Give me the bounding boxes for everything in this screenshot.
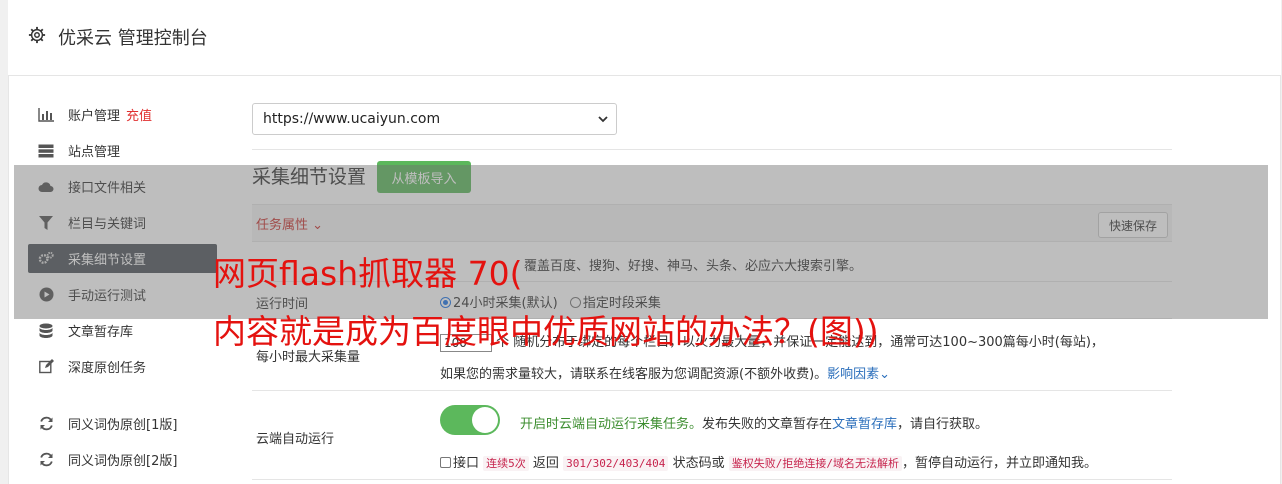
code-consecutive: 连续5次 — [483, 456, 529, 471]
server-icon — [38, 143, 54, 159]
pause-rule: 接口 连续5次 返回 301/302/403/404 状态码或 鉴权失败/拒绝连… — [440, 452, 1097, 471]
edit-icon — [38, 359, 54, 375]
watermark-line1: 网页flash抓取器 70( — [213, 254, 523, 293]
sidebar-item-label: 文章暂存库 — [68, 325, 134, 340]
cloud-run-desc-green: 开启时云端自动运行采集任务。 — [520, 417, 703, 432]
page-title: 优采云 管理控制台 — [58, 28, 208, 49]
site-select-value: https://www.ucaiyun.com — [263, 111, 441, 127]
code-errors: 鉴权失败/拒绝连接/域名无法解析 — [728, 456, 902, 471]
cloud-run-desc: 开启时云端自动运行采集任务。发布失败的文章暂存在文章暂存库，请自行获取。 — [520, 413, 988, 432]
sidebar-item-label: 同义词伪原创[1版] — [68, 418, 178, 433]
cloud-run-desc-2: ，请自行获取。 — [897, 417, 989, 432]
site-select[interactable]: https://www.ucaiyun.com — [252, 103, 617, 135]
sidebar-item-label: 站点管理 — [68, 145, 121, 160]
pause-text-c: 状态码或 — [672, 456, 725, 471]
chevron-down-icon — [598, 116, 608, 123]
code-status: 301/302/403/404 — [563, 456, 669, 471]
toggle-knob — [472, 407, 498, 433]
sidebar-item-label: 账户管理 — [68, 109, 121, 124]
pause-text-b: 返回 — [532, 456, 559, 471]
row-divider — [252, 390, 1172, 391]
contact-service-text: 如果您的需求量较大，请联系在线客服为您调配资源(不额外收费)。 — [440, 367, 828, 382]
refresh-icon — [38, 416, 54, 432]
cloud-run-desc-1: 发布失败的文章暂存在 — [702, 417, 833, 432]
sidebar-item-synonym-v1[interactable]: 同义词伪原创[1版] — [28, 409, 217, 438]
pause-text-a: 接口 — [453, 456, 480, 471]
pause-checkbox[interactable] — [440, 457, 451, 468]
max-per-hour-line2: 如果您的需求量较大，请联系在线客服为您调配资源(不额外收费)。影响因素⌄ — [440, 363, 890, 382]
divider — [252, 149, 1172, 150]
row-divider — [252, 479, 1172, 480]
sidebar-item-synonym-v2[interactable]: 同义词伪原创[2版] — [28, 445, 217, 474]
pause-text-d: ，暂停自动运行，并立即通知我。 — [901, 456, 1097, 471]
watermark-line2: 内容就是成为百度眼中优质网站的办法？(图)) — [213, 312, 879, 351]
article-store-link[interactable]: 文章暂存库 — [832, 417, 897, 432]
sidebar-item-deep-original[interactable]: 深度原创任务 — [28, 352, 217, 381]
refresh-icon — [38, 452, 54, 468]
bar-chart-icon — [38, 107, 54, 123]
sidebar-item-sites[interactable]: 站点管理 — [28, 136, 217, 165]
sidebar-item-label: 同义词伪原创[2版] — [68, 454, 178, 469]
recharge-link[interactable]: 充值 — [126, 105, 152, 124]
sidebar-item-label: 深度原创任务 — [68, 361, 147, 376]
sidebar-item-account[interactable]: 账户管理 充值 — [28, 100, 217, 129]
grey-overlay-band — [14, 165, 1268, 319]
cloud-run-toggle[interactable] — [440, 405, 500, 435]
influence-factors-link[interactable]: 影响因素 — [827, 367, 879, 382]
cloud-run-label: 云端自动运行 — [256, 432, 335, 447]
page-header: 优采云 管理控制台 — [8, 0, 1281, 76]
gear-icon — [28, 26, 46, 44]
chevron-down-icon: ⌄ — [879, 367, 891, 382]
database-icon — [38, 323, 54, 339]
sidebar-item-article-store[interactable]: 文章暂存库 — [28, 316, 217, 345]
